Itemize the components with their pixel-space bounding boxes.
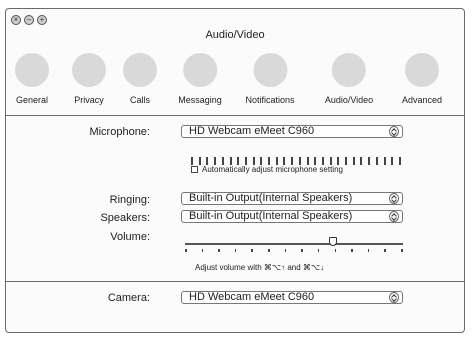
slider-tick — [234, 249, 237, 252]
advanced-icon — [405, 53, 439, 87]
tab-label: Calls — [129, 95, 150, 105]
slider-tick — [268, 249, 270, 252]
tab-audio-video[interactable]: Audio/Video — [325, 53, 373, 105]
tab-label: Notifications — [245, 95, 295, 105]
auto-adjust-label: Automatically adjust microphone setting — [202, 165, 343, 174]
toolbar-divider — [6, 115, 464, 116]
level-segment — [237, 157, 240, 165]
level-segment — [229, 157, 232, 165]
level-segment — [198, 157, 201, 165]
slider-tick — [301, 249, 303, 252]
tab-label: Messaging — [178, 95, 222, 105]
window-controls: × – + — [11, 15, 47, 25]
camera-label: Camera: — [107, 292, 150, 304]
slider-tick — [201, 249, 204, 252]
level-segment — [283, 157, 286, 165]
level-segment — [345, 157, 348, 165]
chevron-updown-icon — [389, 292, 399, 303]
volume-hint: Adjust volume with ⌘⌥↑ and ⌘⌥↓ — [195, 263, 325, 272]
level-segment — [298, 157, 301, 165]
slider-tick — [384, 249, 386, 252]
level-segment — [252, 157, 255, 165]
slider-track — [185, 243, 403, 245]
ringing-value: Built-in Output(Internal Speakers) — [189, 192, 353, 204]
level-segment — [244, 157, 247, 165]
level-segment — [206, 157, 209, 165]
zoom-button[interactable]: + — [37, 15, 47, 25]
level-segment — [306, 157, 309, 165]
tab-label: Audio/Video — [324, 95, 374, 105]
auto-adjust-row: Automatically adjust microphone setting — [191, 165, 343, 174]
tab-label: General — [15, 95, 49, 105]
level-segment — [191, 157, 193, 165]
slider-tick — [367, 249, 370, 252]
level-segment — [321, 157, 324, 165]
slider-tick — [317, 249, 320, 252]
window-title: Audio/Video — [205, 29, 265, 41]
camera-value: HD Webcam eMeet C960 — [189, 291, 315, 303]
microphone-label: Microphone: — [89, 126, 150, 138]
microphone-select[interactable]: HD Webcam eMeet C960 — [181, 125, 403, 138]
general-icon — [15, 53, 49, 87]
speakers-label: Speakers: — [100, 212, 150, 224]
speakers-select[interactable]: Built-in Output(Internal Speakers) — [181, 210, 403, 223]
slider-tick — [334, 249, 337, 252]
camera-divider — [6, 281, 464, 282]
minimize-button[interactable]: – — [24, 15, 34, 25]
level-segment — [391, 157, 394, 165]
chevron-updown-icon — [389, 211, 399, 222]
preferences-toolbar: General Privacy Calls Messaging Notifica… — [6, 53, 464, 115]
messaging-icon — [183, 53, 217, 87]
minimize-icon: – — [26, 15, 32, 24]
level-segment — [399, 157, 401, 165]
close-icon: × — [13, 15, 19, 24]
microphone-value: HD Webcam eMeet C960 — [189, 125, 315, 137]
level-segment — [352, 157, 355, 165]
slider-tick — [185, 249, 187, 252]
auto-adjust-checkbox[interactable] — [191, 166, 198, 173]
tab-label: Advanced — [401, 95, 443, 105]
tab-advanced[interactable]: Advanced — [402, 53, 442, 105]
chevron-updown-icon — [389, 193, 399, 204]
level-segment — [375, 157, 378, 165]
level-segment — [260, 157, 263, 165]
level-segment — [329, 157, 332, 165]
level-segment — [368, 157, 371, 165]
level-segment — [383, 157, 386, 165]
slider-tick — [351, 249, 353, 252]
privacy-icon — [72, 53, 106, 87]
tab-messaging[interactable]: Messaging — [178, 53, 222, 105]
tab-privacy[interactable]: Privacy — [72, 53, 106, 105]
tab-calls[interactable]: Calls — [123, 53, 157, 105]
level-segment — [214, 157, 217, 165]
level-segment — [337, 157, 340, 165]
volume-label: Volume: — [110, 231, 150, 243]
level-segment — [360, 157, 363, 165]
notifications-icon — [253, 53, 287, 87]
ringing-label: Ringing: — [109, 194, 150, 206]
level-segment — [268, 157, 271, 165]
audio-video-icon — [332, 53, 366, 87]
level-segment — [314, 157, 317, 165]
level-segment — [275, 157, 278, 165]
slider-tick — [284, 249, 287, 252]
tab-notifications[interactable]: Notifications — [245, 53, 295, 105]
speakers-value: Built-in Output(Internal Speakers) — [189, 210, 353, 222]
tab-general[interactable]: General — [15, 53, 49, 105]
volume-slider[interactable] — [181, 237, 403, 257]
preferences-window: × – + Audio/Video General Privacy Calls … — [5, 8, 465, 333]
zoom-icon: + — [39, 15, 45, 24]
chevron-updown-icon — [389, 126, 399, 137]
level-segment — [221, 157, 224, 165]
slider-tick — [401, 249, 403, 252]
ringing-select[interactable]: Built-in Output(Internal Speakers) — [181, 192, 403, 205]
close-button[interactable]: × — [11, 15, 21, 25]
slider-tick — [218, 249, 220, 252]
tab-label: Privacy — [74, 95, 104, 105]
slider-tick — [251, 249, 253, 252]
level-segment — [291, 157, 294, 165]
calls-icon — [123, 53, 157, 87]
camera-select[interactable]: HD Webcam eMeet C960 — [181, 291, 403, 304]
